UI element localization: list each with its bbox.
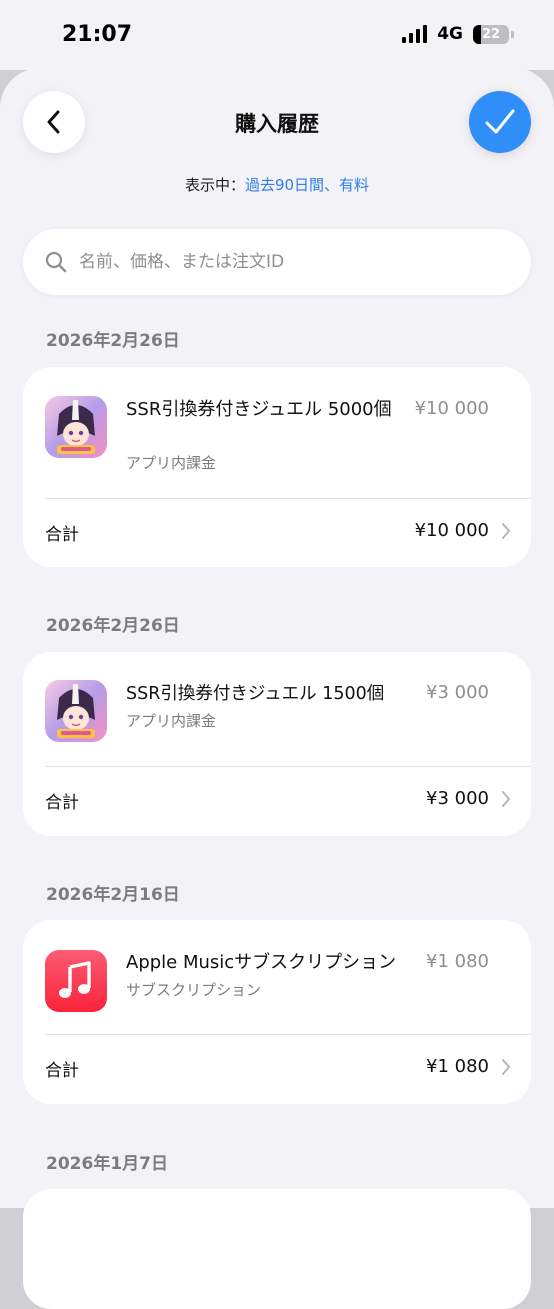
- battery-level: 22: [481, 26, 501, 42]
- total-row[interactable]: 合計 ¥10 000: [23, 500, 531, 566]
- total-amount: ¥1 080: [426, 1056, 489, 1077]
- date-header: 2026年1月7日: [46, 1154, 168, 1174]
- total-amount: ¥3 000: [426, 788, 489, 809]
- item-type: サブスクリプション: [126, 981, 262, 999]
- total-amount: ¥10 000: [414, 520, 489, 541]
- game-app-icon: [45, 396, 107, 458]
- total-label: 合計: [45, 1061, 79, 1081]
- divider: [45, 498, 531, 499]
- purchase-card[interactable]: SSR引換券付きジュエル 5000個 アプリ内課金 ¥10 000 合計 ¥10…: [23, 367, 531, 567]
- total-label: 合計: [45, 525, 79, 545]
- total-row[interactable]: 合計 ¥3 000: [23, 768, 531, 834]
- divider: [45, 1034, 531, 1035]
- search-input[interactable]: [79, 252, 499, 272]
- filter-link[interactable]: 過去90日間、有料: [245, 176, 369, 194]
- total-row[interactable]: 合計 ¥1 080: [23, 1036, 531, 1102]
- date-header: 2026年2月26日: [46, 616, 180, 636]
- item-name: Apple Musicサブスクリプション: [126, 952, 397, 973]
- item-name: SSR引換券付きジュエル 1500個: [126, 684, 385, 704]
- apple-music-icon: [45, 950, 107, 1012]
- battery-icon: 22: [473, 24, 509, 44]
- signal-icon: [402, 25, 428, 43]
- search-bar[interactable]: [23, 229, 531, 295]
- purchase-card[interactable]: SSR引換券付きジュエル 1500個 アプリ内課金 ¥3 000 合計 ¥3 0…: [23, 652, 531, 836]
- done-button[interactable]: [469, 91, 531, 153]
- chevron-right-icon: [502, 523, 510, 539]
- item-price: ¥3 000: [426, 682, 489, 703]
- purchase-card[interactable]: [23, 1189, 531, 1309]
- filter-prefix: 表示中：: [184, 176, 245, 194]
- divider: [45, 766, 531, 767]
- status-time: 21:07: [62, 22, 133, 47]
- game-app-icon: [45, 680, 107, 742]
- date-header: 2026年2月26日: [46, 331, 180, 351]
- chevron-right-icon: [502, 1059, 510, 1075]
- status-indicators: 4G 22: [402, 24, 514, 44]
- date-header: 2026年2月16日: [46, 885, 180, 905]
- chevron-right-icon: [502, 791, 510, 807]
- item-type: アプリ内課金: [126, 454, 217, 472]
- item-price: ¥1 080: [426, 951, 489, 972]
- network-type: 4G: [437, 24, 463, 44]
- item-name: SSR引換券付きジュエル 5000個: [126, 399, 392, 420]
- item-type: アプリ内課金: [126, 712, 217, 730]
- total-label: 合計: [45, 793, 79, 813]
- purchase-card[interactable]: Apple Musicサブスクリプション サブスクリプション ¥1 080 合計…: [23, 920, 531, 1104]
- status-bar: 21:07 4G 22: [0, 0, 554, 70]
- filter-summary: 表示中：過去90日間、有料: [0, 174, 554, 195]
- item-price: ¥10 000: [414, 398, 489, 419]
- battery-tip: [511, 30, 514, 38]
- checkmark-icon: [485, 109, 515, 134]
- purchase-history-sheet: 購入履歴 表示中：過去90日間、有料 2026年2月26日: [0, 68, 554, 1309]
- search-icon: [45, 251, 67, 273]
